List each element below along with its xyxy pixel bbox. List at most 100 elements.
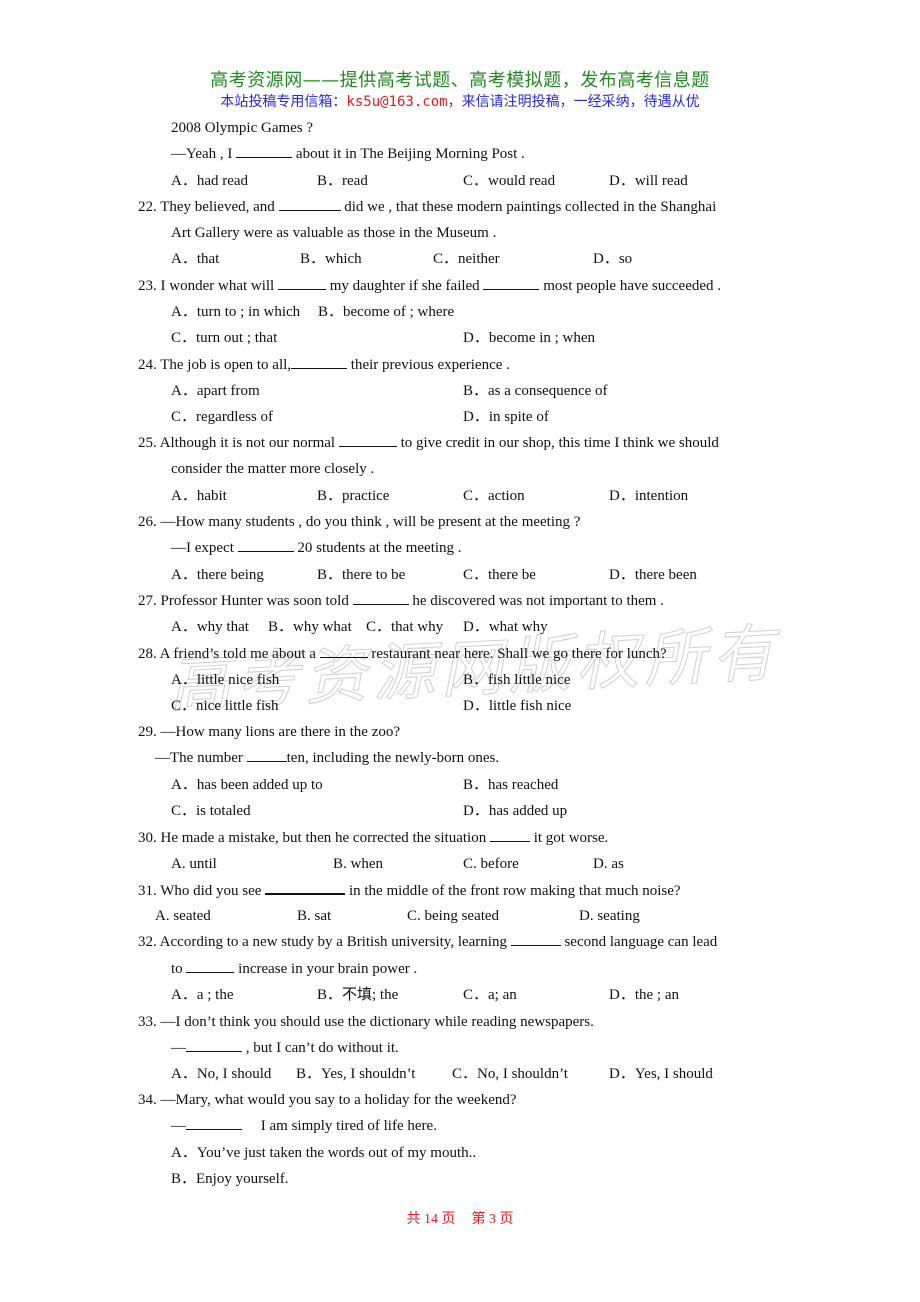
q28-blank <box>319 645 368 658</box>
q27-option-b: B．why what <box>268 619 352 635</box>
q28-post: restaurant near here. Shall we go there … <box>371 646 667 662</box>
q31-option-b: B. sat <box>297 908 332 924</box>
q27-question: 27. Professor Hunter was soon told he di… <box>138 592 664 610</box>
q21-question-continuation: 2008 Olympic Games ? <box>171 120 314 136</box>
q34-option-a: A．You’ve just taken the words out of my … <box>171 1145 477 1161</box>
q30-question: 30. He made a mistake, but then he corre… <box>138 829 608 847</box>
q29-blank <box>246 749 287 762</box>
q26-option-c: C．there be <box>463 567 536 583</box>
q25-option-a: A．habit <box>171 488 227 504</box>
q34-option-b: B．Enjoy yourself. <box>171 1171 289 1187</box>
q28-pre: 28. A friend’s told me about a <box>138 646 316 662</box>
q32-pre: 32. According to a new study by a Britis… <box>138 934 507 950</box>
q29-reply-pre: —The number <box>155 750 243 766</box>
q31-question: 31. Who did you see in the middle of the… <box>138 881 681 900</box>
q34-reply-pre: — <box>171 1118 186 1134</box>
q34-reply-post: I am simply tired of life here. <box>260 1118 437 1134</box>
q24-option-d: D．in spite of <box>463 409 549 425</box>
q27-option-c: C．that why <box>366 619 444 635</box>
q23-pre: 23. I wonder what will <box>138 278 275 294</box>
q29-question: 29. —How many lions are there in the zoo… <box>138 724 401 740</box>
q24-option-a: A．apart from <box>171 383 260 399</box>
q26-blank <box>237 539 294 552</box>
q27-post: he discovered was not important to them … <box>412 593 664 609</box>
q32-cont-pre: to <box>171 961 183 977</box>
q24-option-b: B．as a consequence of <box>463 383 608 399</box>
q24-option-c: C．regardless of <box>171 409 274 425</box>
q22-post: did we , that these modern paintings col… <box>344 199 717 215</box>
q29-reply-post: ten, including the newly-born ones. <box>286 750 500 766</box>
q27-pre: 27. Professor Hunter was soon told <box>138 593 349 609</box>
q29-option-a: A．has been added up to <box>171 777 323 793</box>
q32-cont-post: increase in your brain power . <box>238 961 418 977</box>
submission-email[interactable]: ks5u@163.com <box>346 94 447 110</box>
q21-option-d: D．will read <box>609 173 688 189</box>
q33-blank <box>186 1039 242 1052</box>
q22-question-continuation: Art Gallery were as valuable as those in… <box>171 225 497 241</box>
q32-blank-1 <box>510 933 561 946</box>
q21-option-c: C．would read <box>463 173 556 189</box>
q22-blank <box>278 198 341 211</box>
q30-option-a: A. until <box>171 856 217 872</box>
q22-option-d: D．so <box>593 251 633 267</box>
q27-option-a: A．why that <box>171 619 249 635</box>
q29-option-c: C．is totaled <box>171 803 251 819</box>
submission-info: 本站投稿专用信箱：ks5u@163.com，来信请注明投稿，一经采纳，待遇从优 <box>0 91 920 111</box>
q31-post: in the middle of the front row making th… <box>348 883 681 899</box>
q33-option-c: C．No, I shouldn’t <box>452 1066 568 1082</box>
q21-option-b: B．read <box>317 173 368 189</box>
q33-question: 33. —I don’t think you should use the di… <box>138 1014 594 1030</box>
q23-option-a: A．turn to ; in which <box>171 304 301 320</box>
q33-reply-post: , but I can’t do without it. <box>245 1040 399 1056</box>
q21-reply: —Yeah , I about it in The Beijing Mornin… <box>171 145 525 163</box>
q32-blank-2 <box>186 960 235 973</box>
q32-post: second language can lead <box>564 934 718 950</box>
q25-option-c: C．action <box>463 488 525 504</box>
q31-blank <box>265 881 346 895</box>
q21-blank <box>236 145 293 158</box>
q26-option-b: B．there to be <box>317 567 406 583</box>
q26-question: 26. —How many students , do you think , … <box>138 514 581 530</box>
q25-pre: 25. Although it is not our normal <box>138 435 336 451</box>
q24-blank <box>291 356 348 369</box>
q29-option-d: D．has added up <box>463 803 568 819</box>
q25-post: to give credit in our shop, this time I … <box>400 435 719 451</box>
q32-question: 32. According to a new study by a Britis… <box>138 933 717 951</box>
q23-option-b: B．become of ; where <box>318 304 455 320</box>
q30-option-d: D. as <box>593 856 624 872</box>
q33-option-d: D．Yes, I should <box>609 1066 713 1082</box>
q34-blank <box>186 1117 242 1130</box>
q26-reply-post: 20 students at the meeting . <box>297 540 462 556</box>
q33-reply-pre: — <box>171 1040 186 1056</box>
q33-reply: — , but I can’t do without it. <box>171 1039 399 1057</box>
q23-option-d: D．become in ; when <box>463 330 596 346</box>
q22-option-b: B．which <box>300 251 362 267</box>
q30-option-c: C. before <box>463 856 519 872</box>
q31-option-a: A. seated <box>155 908 211 924</box>
q32-option-d: D．the ; an <box>609 987 679 1003</box>
q23-blank-2 <box>483 277 540 290</box>
q23-blank-1 <box>277 277 326 290</box>
q34-question: 34. —Mary, what would you say to a holid… <box>138 1092 517 1108</box>
q30-blank <box>489 829 530 842</box>
q32-option-c: C．a; an <box>463 987 517 1003</box>
q31-pre: 31. Who did you see <box>138 883 262 899</box>
q25-option-b: B．practice <box>317 488 390 504</box>
q23-mid: my daughter if she failed <box>329 278 480 294</box>
q22-option-c: C．neither <box>433 251 500 267</box>
q33-option-b: B．Yes, I shouldn’t <box>296 1066 416 1082</box>
q28-question: 28. A friend’s told me about a restauran… <box>138 645 667 663</box>
q33-option-a: A．No, I should <box>171 1066 272 1082</box>
q23-post: most people have succeeded . <box>543 278 722 294</box>
q29-reply: —The number ten, including the newly-bor… <box>155 749 499 767</box>
q24-question: 24. The job is open to all, their previo… <box>138 356 510 374</box>
q26-reply-pre: —I expect <box>171 540 234 556</box>
q28-option-b: B．fish little nice <box>463 672 571 688</box>
q25-question-continuation: consider the matter more closely . <box>171 461 375 477</box>
q24-post: their previous experience . <box>350 357 510 373</box>
q34-reply: — I am simply tired of life here. <box>171 1117 437 1135</box>
q28-option-a: A．little nice fish <box>171 672 280 688</box>
q27-blank <box>352 592 409 605</box>
q32-question-continuation: to increase in your brain power . <box>171 960 417 978</box>
q25-question: 25. Although it is not our normal to giv… <box>138 434 719 452</box>
